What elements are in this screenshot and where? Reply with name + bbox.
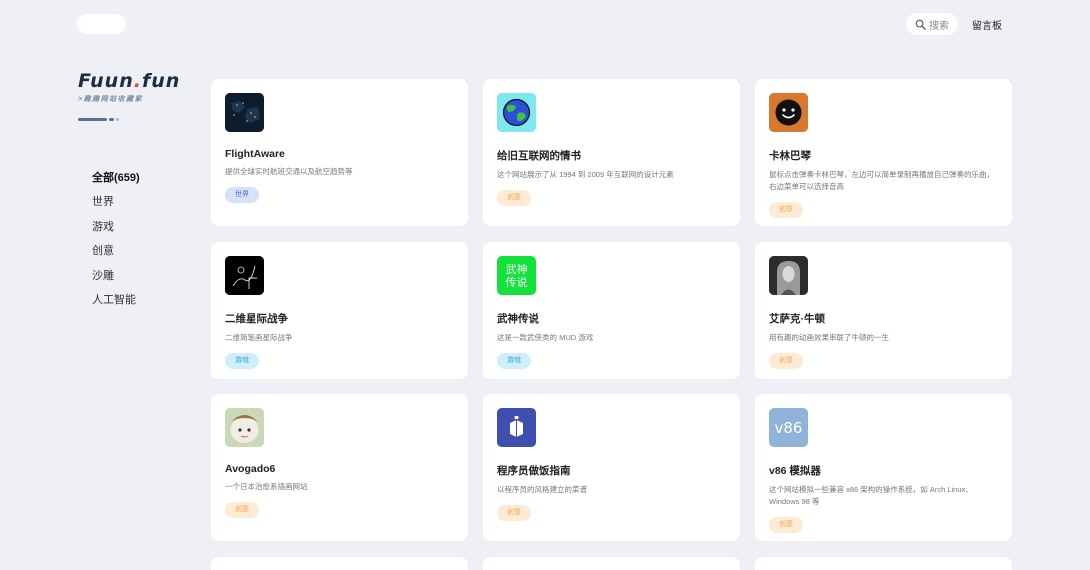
- card-title: 卡林巴琴: [769, 150, 811, 162]
- site-card[interactable]: 卡林巴琴 鼠标点击弹奏卡林巴琴，左边可以简单录制再播放自己弹奏的乐曲，右边菜单可…: [755, 79, 1012, 226]
- logo-underline: [78, 118, 180, 121]
- logo-title: Fuun.fun: [78, 70, 181, 92]
- sketch-icon: [225, 256, 264, 295]
- site-card[interactable]: 给旧互联网的情书 这个网站展示了从 1994 到 2009 年互联网的设计元素 …: [483, 79, 740, 226]
- globe-icon: [497, 93, 536, 132]
- site-card[interactable]: [483, 557, 740, 570]
- category-tag[interactable]: 游戏: [497, 353, 531, 369]
- cookbook-icon: [497, 408, 536, 447]
- category-tag[interactable]: 世界: [225, 187, 259, 203]
- smiley-icon: [769, 93, 808, 132]
- card-title: v86 模拟器: [769, 465, 821, 477]
- category-nav: 全部(659) 世界 游戏 创意 沙雕 人工智能: [92, 171, 140, 317]
- nav-item-games[interactable]: 游戏: [92, 220, 140, 244]
- search-button[interactable]: 搜索: [906, 13, 958, 35]
- card-description: 这是一款武侠类的 MUD 游戏: [497, 333, 594, 342]
- card-description: 以程序员的风格建立的菜谱: [497, 485, 587, 494]
- illustration-icon: [225, 408, 264, 447]
- site-card[interactable]: 程序员做饭指南 以程序员的风格建立的菜谱 创意: [483, 394, 740, 541]
- v86-icon: v86: [769, 408, 808, 447]
- site-card[interactable]: FlightAware 提供全球实时航班交通以及航空趋势等 世界: [211, 79, 468, 226]
- site-card[interactable]: [211, 557, 468, 570]
- category-tag[interactable]: 创意: [225, 502, 259, 518]
- site-card[interactable]: 二维星际战争 二维简笔画星际战争 游戏: [211, 242, 468, 379]
- card-title: Avogado6: [225, 463, 276, 475]
- category-tag[interactable]: 创意: [769, 202, 803, 218]
- card-title: 艾萨克·牛顿: [769, 313, 825, 325]
- card-title: 给旧互联网的情书: [497, 150, 581, 162]
- nav-item-creative[interactable]: 创意: [92, 244, 140, 268]
- nav-item-ai[interactable]: 人工智能: [92, 293, 140, 317]
- category-tag[interactable]: 游戏: [225, 353, 259, 369]
- logo-subtitle: >趣趣网站收藏家: [78, 96, 144, 103]
- card-title: 武神传说: [497, 313, 539, 325]
- card-description: 提供全球实时航班交通以及航空趋势等: [225, 167, 353, 176]
- search-icon: [915, 19, 926, 30]
- nav-item-world[interactable]: 世界: [92, 195, 140, 219]
- top-placeholder-pill[interactable]: [77, 14, 126, 34]
- category-tag[interactable]: 创意: [497, 505, 531, 521]
- site-card[interactable]: [755, 557, 1012, 570]
- wushen-icon: 武神 传说: [497, 256, 536, 295]
- nav-item-all[interactable]: 全部(659): [92, 171, 140, 195]
- category-tag[interactable]: 创意: [769, 353, 803, 369]
- guestbook-link[interactable]: 留言板: [972, 17, 1002, 32]
- newton-portrait-icon: [769, 256, 808, 295]
- card-description: 二维简笔画星际战争: [225, 333, 293, 342]
- nav-item-silly[interactable]: 沙雕: [92, 269, 140, 293]
- flight-map-icon: [225, 93, 264, 132]
- site-card[interactable]: 艾萨克·牛顿 用有趣的动画效果串联了牛顿的一生 创意: [755, 242, 1012, 379]
- category-tag[interactable]: 创意: [497, 190, 531, 206]
- site-card[interactable]: Avogado6 一个日本治愈系插画网站 创意: [211, 394, 468, 541]
- site-card[interactable]: v86 v86 模拟器 这个网站模拟一些兼容 x86 架构的操作系统，如 Arc…: [755, 394, 1012, 541]
- card-description: 这个网站模拟一些兼容 x86 架构的操作系统，如 Arch Linux、Wind…: [769, 485, 973, 506]
- search-label: 搜索: [929, 20, 949, 32]
- card-title: 二维星际战争: [225, 313, 288, 325]
- card-title: 程序员做饭指南: [497, 465, 571, 477]
- card-description: 鼠标点击弹奏卡林巴琴，左边可以简单录制再播放自己弹奏的乐曲，右边菜单可以选择音高: [769, 170, 994, 191]
- card-description: 用有趣的动画效果串联了牛顿的一生: [769, 333, 889, 342]
- card-title: FlightAware: [225, 148, 285, 160]
- category-tag[interactable]: 创意: [769, 517, 803, 533]
- top-bar: 搜索 留言板: [906, 13, 1002, 35]
- site-logo[interactable]: Fuun.fun >趣趣网站收藏家: [78, 70, 180, 121]
- card-description: 这个网站展示了从 1994 到 2009 年互联网的设计元素: [497, 170, 674, 179]
- card-description: 一个日本治愈系插画网站: [225, 482, 308, 491]
- site-card[interactable]: 武神 传说 武神传说 这是一款武侠类的 MUD 游戏 游戏: [483, 242, 740, 379]
